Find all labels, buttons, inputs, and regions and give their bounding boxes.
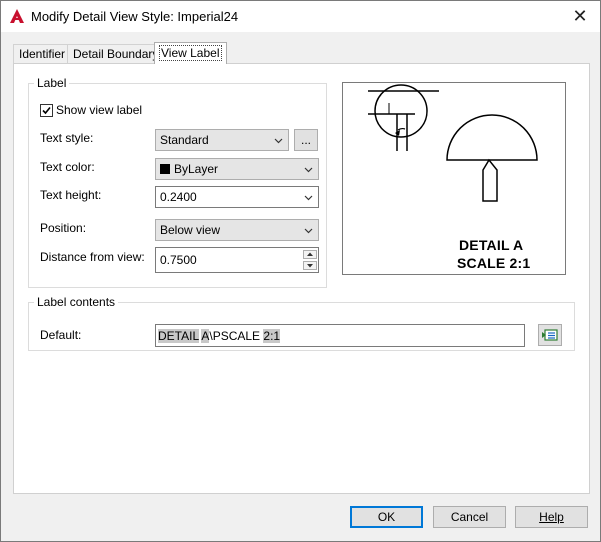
window-title: Modify Detail View Style: Imperial24: [31, 9, 239, 24]
field-segment: 2:1: [263, 329, 281, 343]
text-style-browse-button[interactable]: ...: [294, 129, 318, 151]
dialog-window: Modify Detail View Style: Imperial24 ✕ I…: [0, 0, 601, 542]
insert-field-button[interactable]: [538, 324, 562, 346]
checkmark-icon: [42, 106, 51, 115]
spin-down-button[interactable]: [303, 261, 317, 270]
cancel-button[interactable]: Cancel: [433, 506, 506, 528]
field-segment: DETAIL: [158, 329, 199, 343]
position-value: Below view: [160, 223, 221, 237]
tab-view-label[interactable]: View Label: [154, 42, 227, 64]
close-button[interactable]: ✕: [561, 3, 599, 29]
text-color-label: Text color:: [40, 160, 95, 174]
text-style-label: Text style:: [40, 131, 94, 145]
color-swatch: [160, 164, 170, 174]
text-height-label: Text height:: [40, 188, 102, 202]
tab-detail-boundary[interactable]: Detail Boundary: [67, 44, 165, 63]
show-view-label-checkbox[interactable]: [40, 104, 53, 117]
tab-label: Identifier: [19, 47, 66, 61]
text-color-dropdown[interactable]: ByLayer: [155, 158, 319, 180]
arrow-up-icon: [307, 252, 313, 256]
label-group: Label Show view label Text style: Standa…: [28, 76, 327, 288]
title-bar: Modify Detail View Style: Imperial24 ✕: [1, 1, 600, 32]
chevron-down-icon: [304, 195, 313, 201]
text-color-value: ByLayer: [174, 162, 219, 176]
spin-up-button[interactable]: [303, 250, 317, 259]
preview-label-line2: SCALE 2:1: [457, 255, 531, 271]
default-text-value: DETAIL A\PSCALE 2:1: [158, 329, 281, 343]
default-label: Default:: [40, 328, 82, 342]
chevron-down-icon: [304, 167, 313, 173]
help-button[interactable]: Help: [515, 506, 588, 528]
close-icon: ✕: [572, 5, 588, 26]
distance-spinner[interactable]: 0.7500: [155, 247, 319, 273]
position-label: Position:: [40, 221, 87, 235]
cancel-label: Cancel: [450, 510, 489, 524]
label-group-legend: Label: [37, 76, 67, 90]
help-label: Help: [539, 510, 564, 524]
label-contents-legend: Label contents: [37, 295, 116, 309]
tab-label: View Label: [159, 45, 222, 61]
text-height-combobox[interactable]: 0.2400: [155, 186, 319, 208]
chevron-down-icon: [274, 138, 283, 144]
show-view-label-text[interactable]: Show view label: [56, 103, 142, 117]
tab-identifier[interactable]: Identifier: [13, 44, 72, 63]
tab-label: Detail Boundary: [73, 47, 159, 61]
distance-label: Distance from view:: [40, 250, 145, 264]
tab-page: Label Show view label Text style: Standa…: [13, 63, 590, 494]
preview-label-line1: DETAIL A: [459, 237, 524, 253]
text-height-value: 0.2400: [160, 190, 197, 204]
field-segment: \PSCALE: [209, 329, 264, 343]
text-style-dropdown[interactable]: Standard: [155, 129, 289, 151]
chevron-down-icon: [304, 228, 313, 234]
detail-preview-drawing: [368, 84, 538, 202]
distance-value: 0.7500: [160, 253, 197, 267]
text-style-value: Standard: [160, 133, 209, 147]
label-contents-group: Label contents Default: DETAIL A\PSCALE …: [28, 295, 575, 351]
default-text-field[interactable]: DETAIL A\PSCALE 2:1: [155, 324, 525, 347]
ok-button[interactable]: OK: [350, 506, 423, 528]
autocad-logo-icon: [10, 9, 24, 23]
position-dropdown[interactable]: Below view: [155, 219, 319, 241]
insert-field-icon: [542, 329, 558, 341]
ellipsis-label: ...: [300, 133, 311, 147]
preview-pane: DETAIL A SCALE 2:1: [342, 82, 566, 275]
arrow-down-icon: [307, 264, 313, 268]
ok-label: OK: [377, 510, 396, 524]
